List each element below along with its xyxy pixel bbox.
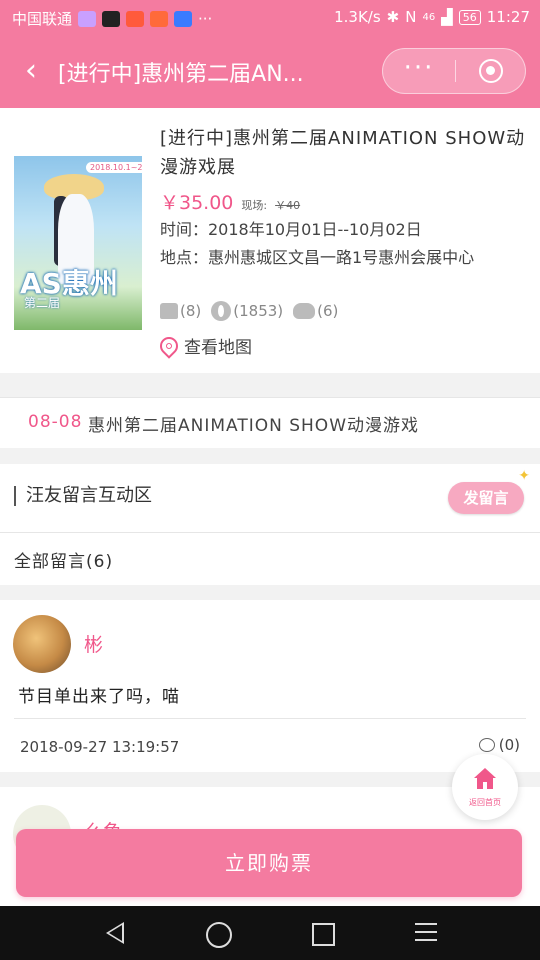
comment-text: 节目单出来了吗，喵: [18, 687, 180, 707]
system-home-icon[interactable]: [206, 922, 232, 948]
system-menu-icon[interactable]: [415, 923, 437, 943]
comment-author: 彬: [84, 634, 104, 656]
section-title: 汪友留言互动区: [14, 486, 152, 506]
carrier-label: 中国联通: [12, 10, 73, 28]
view-map-label: 查看地图: [184, 338, 252, 358]
sparkle-icon: ✦: [518, 468, 530, 484]
tiktok-icon: [102, 10, 121, 27]
all-comments-label: 全部留言(6): [14, 552, 114, 572]
net-speed: 1.3K/s: [334, 8, 381, 26]
post-comment-button[interactable]: 发留言: [448, 482, 524, 514]
view-stat: (1853): [211, 301, 283, 321]
status-bar: 中国联通 ··· 1.3K/s ✱ N 46 ▟ 56 11:27: [0, 0, 540, 36]
home-button-label: 返回首页: [469, 798, 501, 807]
system-back-icon[interactable]: [106, 922, 124, 944]
system-recents-icon[interactable]: [312, 923, 335, 946]
battery-icon: 56: [458, 9, 481, 25]
clock: 11:27: [486, 8, 530, 26]
home-icon: [474, 768, 496, 789]
cat-count: (6): [317, 302, 339, 320]
comment-bubble-icon: [478, 738, 495, 752]
event-title: [进行中]惠州第二届ANIMATION SHOW动漫游戏展: [160, 128, 526, 178]
avatar[interactable]: [13, 615, 71, 673]
news-app-icon: [126, 10, 145, 27]
poster-subtitle: 第二届: [24, 296, 61, 310]
event-poster[interactable]: 2018.10.1~2 AS惠州 第二届: [14, 156, 142, 330]
comment-timestamp: 2018-09-27 13:19:57: [20, 738, 180, 756]
event-time: 时间：2018年10月01日--10月02日: [160, 220, 422, 239]
ticket-price: ￥35.00: [160, 192, 234, 214]
more-notifications-icon: ···: [198, 9, 213, 28]
thumbs-up-icon: [160, 303, 178, 319]
signal-label: 46: [422, 11, 436, 23]
nfc-icon: N: [405, 8, 417, 26]
event-place: 地点：惠州惠城区文昌一路1号惠州会展中心: [160, 248, 475, 267]
event-stats: (8) (1853) (6): [160, 301, 338, 321]
home-button[interactable]: 返回首页: [452, 754, 518, 820]
cat-stat: (6): [293, 302, 338, 320]
comments-section-header: 汪友留言互动区 ✦ 发留言: [0, 464, 540, 533]
reply-count: (0): [498, 736, 520, 754]
eye-icon: [211, 301, 232, 321]
signal-icon: ▟: [441, 8, 453, 26]
back-icon[interactable]: ‹: [14, 54, 48, 90]
video-app-icon: [150, 10, 169, 27]
cat-icon: [293, 303, 316, 319]
close-miniprogram-icon[interactable]: [479, 59, 503, 83]
event-card: 2018.10.1~2 AS惠州 第二届 [进行中]惠州第二届ANIMATION…: [0, 108, 540, 373]
like-count: (8): [180, 302, 202, 320]
all-comments-header: 全部留言(6): [0, 533, 540, 585]
more-options-icon[interactable]: ···: [383, 49, 455, 93]
view-map-link[interactable]: 查看地图: [156, 332, 252, 359]
page-title: [进行中]惠州第二届AN...: [58, 62, 304, 87]
poster-date: 2018.10.1~2: [86, 162, 142, 173]
nav-bar: ‹ [进行中]惠州第二届AN... ···: [0, 36, 540, 108]
miniprogram-capsule: ···: [382, 48, 526, 94]
news-text: 惠州第二届ANIMATION SHOW动漫游戏: [88, 416, 420, 436]
location-pin-icon: [156, 332, 182, 359]
view-count: (1853): [233, 302, 284, 320]
onsite-label: 现场:: [241, 199, 268, 212]
news-date: 08-08: [28, 412, 83, 432]
baidu-icon: [174, 10, 193, 27]
buy-ticket-button[interactable]: 立即购票: [16, 829, 522, 897]
app-icon: [78, 10, 97, 27]
system-nav-bar: [0, 906, 540, 960]
bluetooth-icon: ✱: [386, 8, 400, 26]
capsule-divider: [455, 60, 456, 82]
news-ticker[interactable]: 08-08 惠州第二届ANIMATION SHOW动漫游戏: [0, 397, 540, 448]
comment-item: 彬 节目单出来了吗，喵 2018-09-27 13:19:57 (0): [0, 600, 540, 772]
price-row: ￥35.00 现场: ￥40: [160, 188, 300, 215]
battery-level: 56: [462, 10, 477, 24]
reply-button[interactable]: (0): [478, 736, 520, 754]
onsite-price: ￥40: [275, 199, 301, 212]
divider: [14, 718, 526, 719]
like-stat[interactable]: (8): [160, 302, 201, 320]
